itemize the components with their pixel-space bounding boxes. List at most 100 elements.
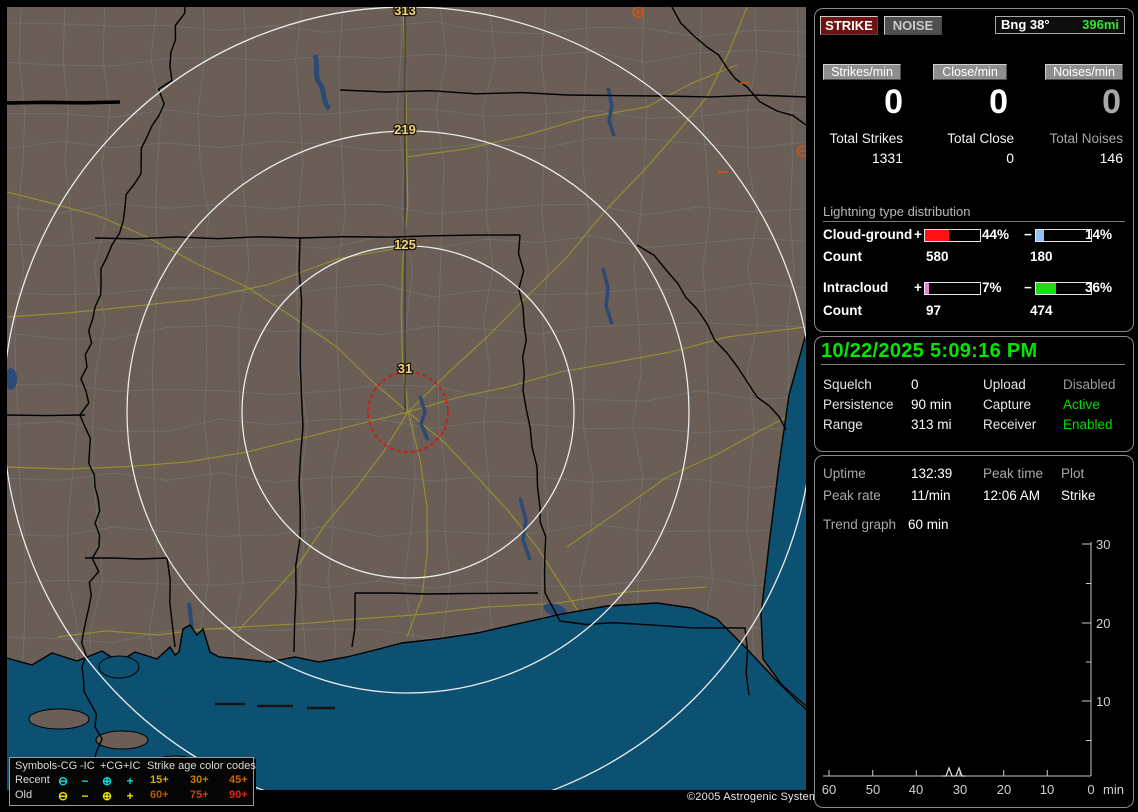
range-label: Range: [823, 417, 863, 432]
cg-plus-sign: +: [914, 227, 922, 242]
y-tick-10: 10: [1096, 694, 1110, 709]
total-noises-label: Total Noises: [1049, 131, 1123, 146]
bearing-label: Bng 38°: [1001, 17, 1050, 32]
cg-count-label: Count: [823, 249, 862, 264]
strike-mode-button[interactable]: STRIKE: [820, 16, 878, 35]
y-tick-30: 30: [1096, 537, 1110, 552]
legend-col-minus-ic: -IC: [80, 760, 95, 772]
squelch-label: Squelch: [823, 377, 872, 392]
x-tick-40: 40: [909, 782, 923, 797]
ic-positive-bar: [924, 282, 981, 295]
strike-map: 313 219 125 31: [7, 7, 806, 790]
cg-positive-bar-fill: [925, 230, 950, 241]
total-strikes-value: 1331: [871, 150, 903, 166]
distribution-divider: [823, 221, 1125, 222]
map-legend: Symbols -CG -IC +CG +IC Strike age color…: [9, 757, 256, 806]
age-code-90: 90+: [229, 789, 248, 801]
legend-recent-label: Recent: [15, 774, 50, 786]
noises-per-min-value: 0: [1102, 83, 1121, 121]
capture-status: Active: [1063, 397, 1100, 412]
age-code-75: 75+: [190, 789, 209, 801]
last-strike-bearing-display: Bng 38° 396mi: [995, 16, 1125, 34]
x-tick-60: 60: [822, 782, 836, 797]
total-strikes-label: Total Strikes: [829, 131, 903, 146]
ic-minus-sign: −: [1024, 280, 1032, 295]
strike-stats-panel: STRIKE NOISE Bng 38° 396mi Strikes/min C…: [814, 8, 1134, 332]
total-noises-value: 146: [1099, 150, 1123, 166]
ic-plus-sign: +: [914, 280, 922, 295]
bearing-distance: 396mi: [1082, 17, 1119, 32]
squelch-value: 0: [911, 377, 919, 392]
plus-ic-recent-icon: +: [126, 774, 134, 788]
x-tick-20: 20: [997, 782, 1011, 797]
x-tick-50: 50: [866, 782, 880, 797]
cg-minus-sign: −: [1024, 227, 1032, 242]
total-close-value: 0: [1006, 150, 1014, 166]
trend-axes: [823, 542, 1092, 777]
close-per-min-header: Close/min: [933, 64, 1007, 80]
close-per-min-value: 0: [989, 83, 1008, 121]
range-value: 313 mi: [911, 417, 952, 432]
cloud-ground-label: Cloud-ground: [823, 227, 913, 242]
strikes-per-min-value: 0: [884, 83, 903, 121]
trend-graph: 30 20 10 60 50 40 30 20 10 0 min: [822, 537, 1124, 797]
receiver-status: Enabled: [1063, 417, 1113, 432]
persistence-value: 90 min: [911, 397, 952, 412]
legend-old-label: Old: [15, 789, 33, 801]
uptime-trend-panel: Uptime 132:39 Peak time Plot Peak rate 1…: [814, 455, 1134, 808]
x-tick-0: 0: [1087, 782, 1094, 797]
cg-negative-pct: 14%: [1085, 227, 1113, 242]
app-window: 313 219 125 31 Symbols -CG -IC +CG +IC S…: [0, 0, 1138, 812]
legend-age-header: Strike age color codes: [147, 760, 256, 772]
map-canvas: 313 219 125 31: [7, 7, 806, 790]
ic-negative-pct: 36%: [1085, 280, 1113, 295]
persistence-label: Persistence: [823, 397, 894, 412]
legend-symbols-header: Symbols: [15, 760, 58, 772]
upload-label: Upload: [983, 377, 1026, 392]
ic-positive-bar-fill: [925, 283, 929, 294]
ring-label-125: 125: [394, 237, 416, 252]
plus-ic-old-icon: +: [126, 789, 134, 803]
noises-per-min-header: Noises/min: [1045, 64, 1123, 80]
cg-positive-pct: 44%: [982, 227, 1010, 242]
ic-negative-bar-fill: [1036, 283, 1056, 294]
plus-cg-recent-icon: ⊕: [101, 774, 113, 788]
distribution-header: Lightning type distribution: [823, 204, 971, 219]
ic-negative-bar: [1035, 282, 1092, 295]
x-axis-unit: min: [1103, 782, 1124, 797]
cg-negative-bar-fill: [1036, 230, 1044, 241]
ring-label-31: 31: [398, 361, 412, 376]
intracloud-label: Intracloud: [823, 280, 889, 295]
ring-label-219: 219: [394, 122, 416, 137]
minus-ic-recent-icon: −: [81, 774, 89, 788]
ic-positive-count: 97: [926, 303, 942, 318]
ring-label-313: 313: [394, 7, 416, 18]
minus-cg-recent-icon: ⊖: [57, 774, 69, 788]
age-code-45: 45+: [229, 774, 248, 786]
ic-count-label: Count: [823, 303, 862, 318]
clock-status-panel: 10/22/2025 5:09:16 PM Squelch 0 Upload D…: [814, 336, 1134, 452]
noise-mode-button[interactable]: NOISE: [884, 16, 942, 35]
x-tick-30: 30: [953, 782, 967, 797]
minus-ic-old-icon: −: [81, 789, 89, 803]
total-close-label: Total Close: [947, 131, 1014, 146]
date-time-display: 10/22/2025 5:09:16 PM: [821, 340, 1038, 362]
cg-positive-count: 580: [926, 249, 949, 264]
upload-status: Disabled: [1063, 377, 1116, 392]
y-tick-20: 20: [1096, 616, 1110, 631]
cg-positive-bar: [924, 229, 981, 242]
strikes-per-min-header: Strikes/min: [823, 64, 901, 80]
ic-negative-count: 474: [1030, 303, 1053, 318]
minus-cg-old-icon: ⊖: [57, 789, 69, 803]
age-code-60: 60+: [150, 789, 169, 801]
trend-series-line: [943, 766, 965, 777]
ic-positive-pct: 7%: [982, 280, 1002, 295]
capture-label: Capture: [983, 397, 1032, 412]
legend-col-plus-ic: +IC: [123, 760, 141, 772]
legend-col-plus-cg: +CG: [100, 760, 123, 772]
trend-tick-labels: 30 20 10 60 50 40 30 20 10 0 min: [822, 537, 1124, 797]
cg-negative-count: 180: [1030, 249, 1053, 264]
receiver-label: Receiver: [983, 417, 1037, 432]
age-code-30: 30+: [190, 774, 209, 786]
copyright-text: ©2005 Astrogenic Systems: [687, 791, 825, 803]
